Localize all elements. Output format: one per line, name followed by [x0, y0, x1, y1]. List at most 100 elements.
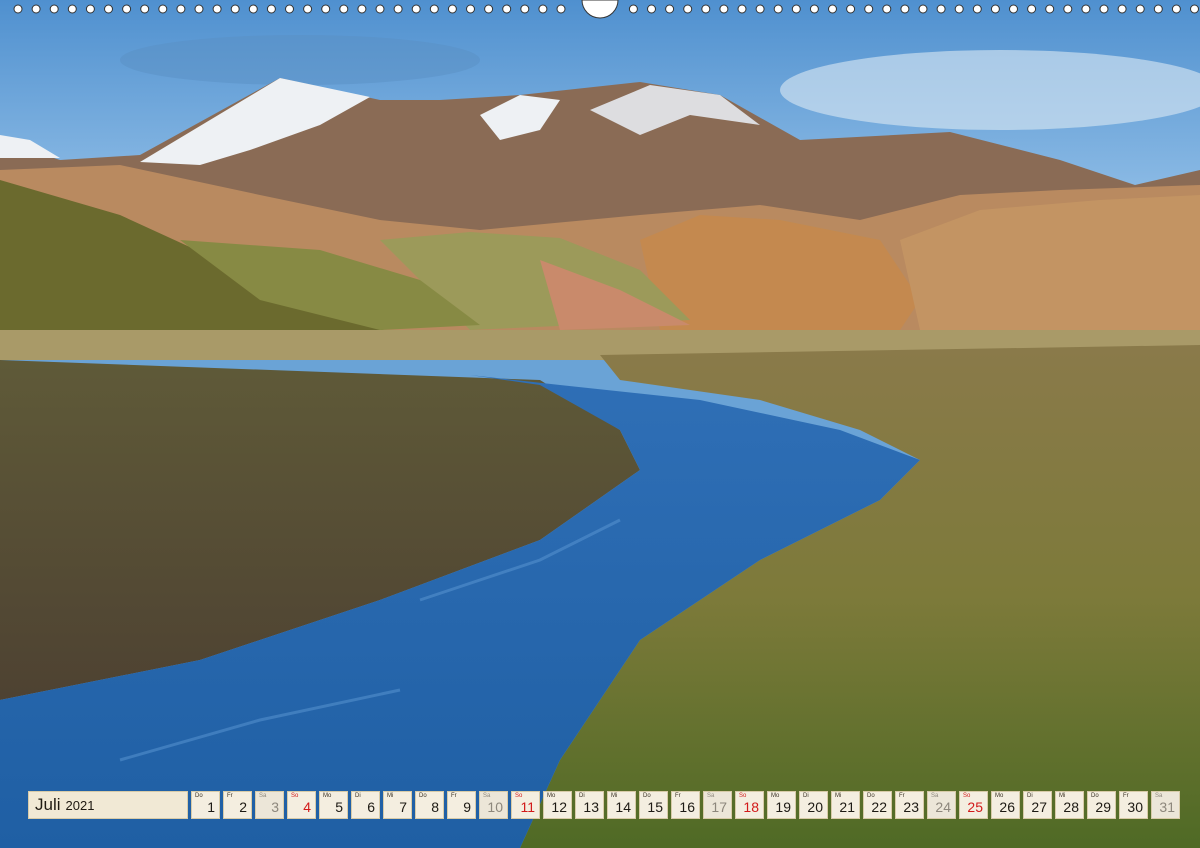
day-cell: Sa 17 — [703, 791, 732, 819]
days-row: Do 1 Fr 2 Sa 3 So 4 Mo 5 Di 6 Mi 7 Do 8 Fr 9 Sa 10 So 11 Mo 12 D… — [191, 791, 1180, 819]
binding-hole — [1153, 4, 1163, 14]
day-cell: Di 20 — [799, 791, 828, 819]
binding-hole — [230, 4, 240, 14]
day-cell: Di 13 — [575, 791, 604, 819]
day-number: 25 — [967, 799, 983, 815]
binding-hole — [1135, 4, 1145, 14]
day-cell: So 4 — [287, 791, 316, 819]
day-number: 19 — [775, 799, 791, 815]
day-cell: Sa 24 — [927, 791, 956, 819]
day-cell: Sa 10 — [479, 791, 508, 819]
binding-hole — [1190, 4, 1199, 14]
calendar-bar: Juli 2021 Do 1 Fr 2 Sa 3 So 4 Mo 5 Di 6 Mi 7 Do 8 Fr 9 Sa 1… — [28, 791, 1180, 819]
binding-hole — [538, 4, 548, 14]
binding-hole — [665, 4, 675, 14]
binding-hole — [683, 4, 693, 14]
day-cell: Mi 28 — [1055, 791, 1084, 819]
day-cell: Do 8 — [415, 791, 444, 819]
binding-hole — [1171, 4, 1181, 14]
binding-hole — [809, 4, 819, 14]
day-cell: Fr 23 — [895, 791, 924, 819]
month-year: 2021 — [65, 798, 95, 813]
weekday-label: Fr — [451, 793, 457, 799]
binding-hole — [303, 4, 313, 14]
day-number: 27 — [1031, 799, 1047, 815]
binding-hole — [484, 4, 494, 14]
day-number: 9 — [463, 799, 471, 815]
day-cell: Sa 31 — [1151, 791, 1180, 819]
binding-hole — [1063, 4, 1073, 14]
day-cell: Do 29 — [1087, 791, 1116, 819]
day-number: 24 — [935, 799, 951, 815]
binding-hole — [31, 4, 41, 14]
binding-hole — [13, 4, 23, 14]
day-number: 15 — [647, 799, 663, 815]
day-number: 5 — [335, 799, 343, 815]
day-number: 6 — [367, 799, 375, 815]
binding-hole — [556, 4, 566, 14]
binding-hole — [972, 4, 982, 14]
binding-hole — [212, 4, 222, 14]
binding-hole — [846, 4, 856, 14]
weekday-label: Sa — [259, 793, 267, 799]
binding-hole — [248, 4, 258, 14]
weekday-label: So — [291, 793, 299, 799]
binding-hole — [466, 4, 475, 14]
weekday-label: Mi — [387, 793, 394, 799]
day-cell: Do 22 — [863, 791, 892, 819]
day-cell: Mi 14 — [607, 791, 636, 819]
binding-hole — [67, 4, 77, 14]
day-number: 17 — [711, 799, 727, 815]
day-number: 7 — [399, 799, 407, 815]
weekday-label: Mo — [323, 793, 332, 799]
binding-hole — [1081, 4, 1091, 14]
weekday-label: Fr — [227, 793, 233, 799]
day-number: 30 — [1127, 799, 1143, 815]
day-number: 8 — [431, 799, 439, 815]
day-cell: Do 1 — [191, 791, 220, 819]
day-cell: Fr 16 — [671, 791, 700, 819]
binding-hole — [647, 4, 656, 14]
binding-hole — [737, 4, 747, 14]
day-number: 23 — [903, 799, 919, 815]
binding-hole — [194, 4, 204, 14]
binding-hole — [900, 4, 910, 14]
day-cell: Di 6 — [351, 791, 380, 819]
day-number: 10 — [487, 799, 503, 815]
weekday-label: Do — [195, 793, 203, 799]
day-cell: So 11 — [511, 791, 540, 819]
binding-hole — [791, 4, 801, 14]
binding-hole — [375, 4, 385, 14]
day-cell: Mo 19 — [767, 791, 796, 819]
day-cell: Fr 9 — [447, 791, 476, 819]
binding-hole — [882, 4, 892, 14]
binding-hole — [719, 4, 729, 14]
day-cell: Mo 12 — [543, 791, 572, 819]
day-number: 29 — [1095, 799, 1111, 815]
day-cell: Di 27 — [1023, 791, 1052, 819]
binding-hole — [918, 4, 928, 14]
binding-hole — [520, 4, 530, 14]
day-number: 31 — [1159, 799, 1175, 815]
binding-hole — [140, 4, 150, 14]
binding-hole — [339, 4, 349, 14]
binding-hole — [393, 4, 403, 14]
day-cell: Fr 2 — [223, 791, 252, 819]
day-number: 14 — [615, 799, 631, 815]
day-cell: Sa 3 — [255, 791, 284, 819]
day-cell: So 18 — [735, 791, 764, 819]
month-label: Juli 2021 — [28, 791, 188, 819]
binding-hole — [122, 4, 132, 14]
binding-hole — [104, 4, 113, 14]
weekday-label: Di — [355, 793, 361, 799]
day-number: 12 — [551, 799, 567, 815]
spiral-binding — [13, 0, 1199, 19]
day-cell: Mi 7 — [383, 791, 412, 819]
binding-hole — [357, 4, 367, 14]
binding-hole — [176, 4, 186, 14]
day-number: 18 — [743, 799, 759, 815]
binding-hole — [321, 4, 331, 14]
binding-hole — [158, 4, 168, 14]
day-cell: Mo 5 — [319, 791, 348, 819]
day-number: 28 — [1063, 799, 1079, 815]
